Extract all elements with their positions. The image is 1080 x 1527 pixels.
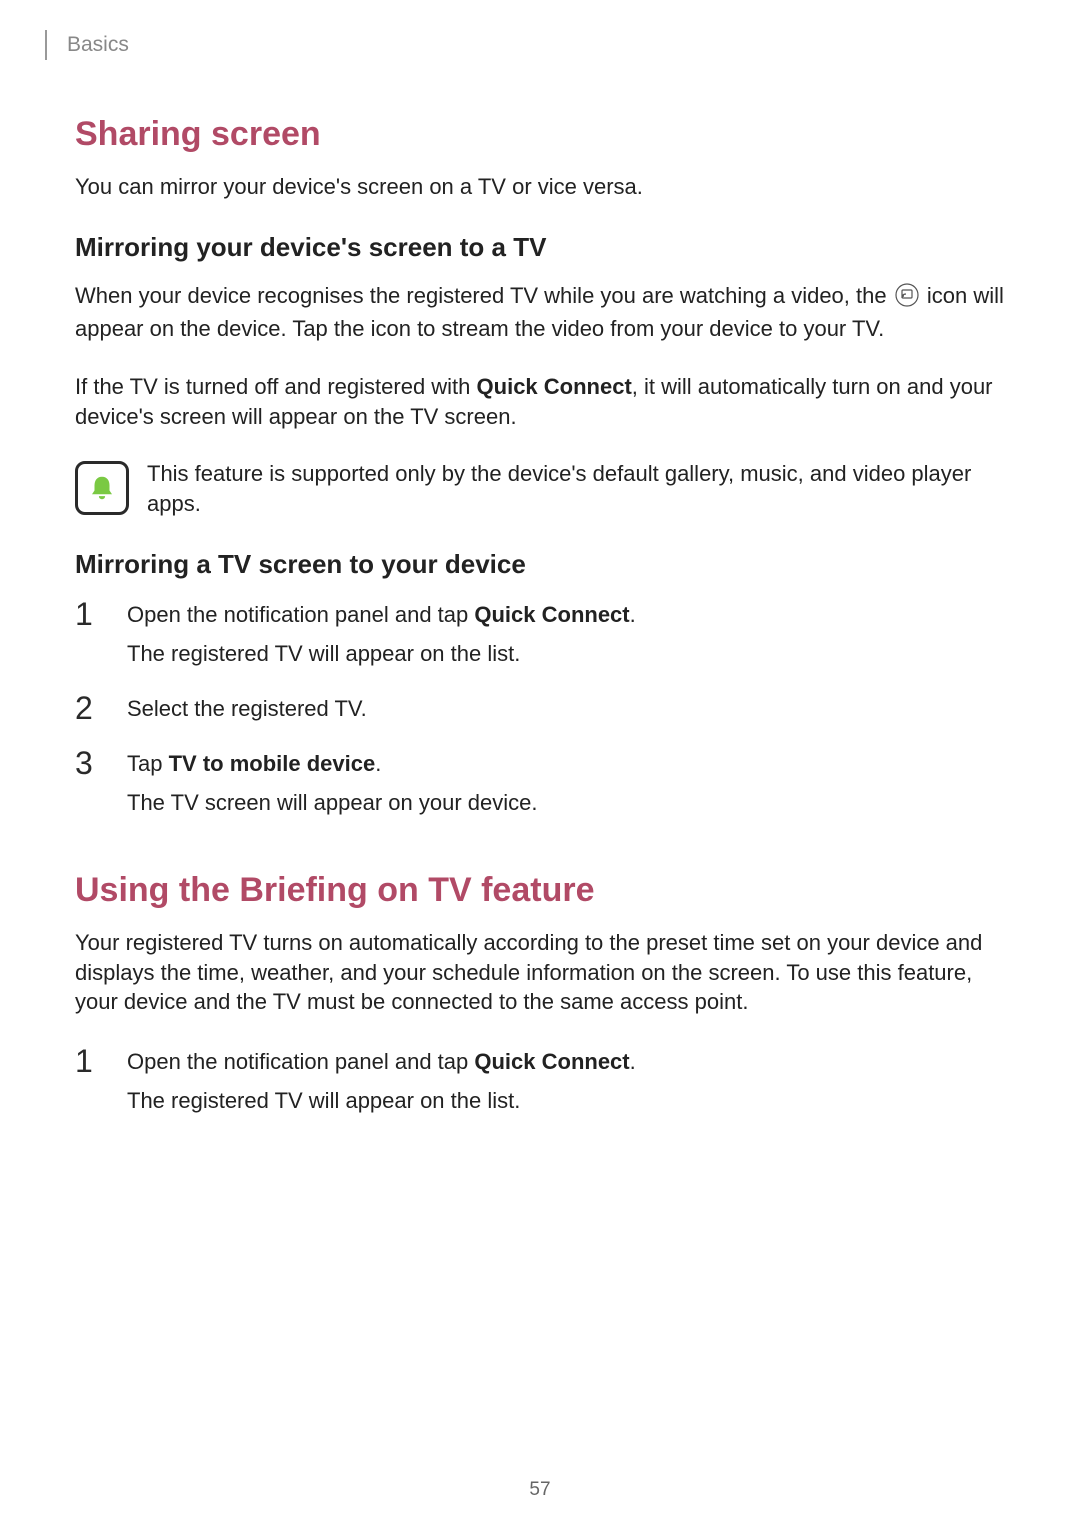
step-body: Tap TV to mobile device. The TV screen w…: [127, 747, 537, 819]
subheading-tv-to-device: Mirroring a TV screen to your device: [75, 549, 1005, 580]
step-subtext: The TV screen will appear on your device…: [127, 786, 537, 819]
section-heading-sharing: Sharing screen: [75, 115, 1005, 154]
note-callout: This feature is supported only by the de…: [75, 459, 1005, 518]
step-text: .: [375, 751, 381, 776]
subheading-device-to-tv: Mirroring your device's screen to a TV: [75, 232, 1005, 263]
step-item: 1 Open the notification panel and tap Qu…: [75, 1045, 1005, 1117]
intro-paragraph: You can mirror your device's screen on a…: [75, 172, 1005, 202]
step-text: Select the registered TV.: [127, 696, 367, 721]
section-heading-briefing: Using the Briefing on TV feature: [75, 871, 1005, 910]
step-bold: Quick Connect: [474, 1049, 629, 1074]
step-text: .: [630, 602, 636, 627]
step-body: Open the notification panel and tap Quic…: [127, 1045, 636, 1117]
step-number: 2: [75, 692, 109, 724]
step-item: 1 Open the notification panel and tap Qu…: [75, 598, 1005, 670]
cast-icon: [895, 283, 919, 315]
page-content: Basics Sharing screen You can mirror you…: [0, 0, 1080, 1117]
step-subtext: The registered TV will appear on the lis…: [127, 1084, 636, 1117]
step-bold: Quick Connect: [474, 602, 629, 627]
note-icon-box: [75, 461, 129, 515]
header-tick: [45, 30, 47, 60]
paragraph-device-to-tv-2: If the TV is turned off and registered w…: [75, 372, 1005, 431]
para-text: If the TV is turned off and registered w…: [75, 374, 477, 399]
paragraph-device-to-tv-1: When your device recognises the register…: [75, 281, 1005, 344]
step-number: 1: [75, 1045, 109, 1077]
step-subtext: The registered TV will appear on the lis…: [127, 637, 636, 670]
briefing-intro: Your registered TV turns on automaticall…: [75, 928, 1005, 1017]
bell-icon: [87, 473, 117, 503]
step-text: Open the notification panel and tap: [127, 602, 474, 627]
step-text: .: [630, 1049, 636, 1074]
step-bold: TV to mobile device: [169, 751, 376, 776]
page-number: 57: [0, 1479, 1080, 1501]
note-text: This feature is supported only by the de…: [147, 459, 1005, 518]
step-text: Tap: [127, 751, 169, 776]
breadcrumb: Basics: [67, 33, 129, 57]
step-text: Open the notification panel and tap: [127, 1049, 474, 1074]
para-text: When your device recognises the register…: [75, 283, 893, 308]
step-item: 2 Select the registered TV.: [75, 692, 1005, 725]
header-row: Basics: [45, 30, 1005, 60]
step-body: Select the registered TV.: [127, 692, 367, 725]
step-number: 1: [75, 598, 109, 630]
step-body: Open the notification panel and tap Quic…: [127, 598, 636, 670]
step-item: 3 Tap TV to mobile device. The TV screen…: [75, 747, 1005, 819]
step-number: 3: [75, 747, 109, 779]
bold-quick-connect: Quick Connect: [477, 374, 632, 399]
